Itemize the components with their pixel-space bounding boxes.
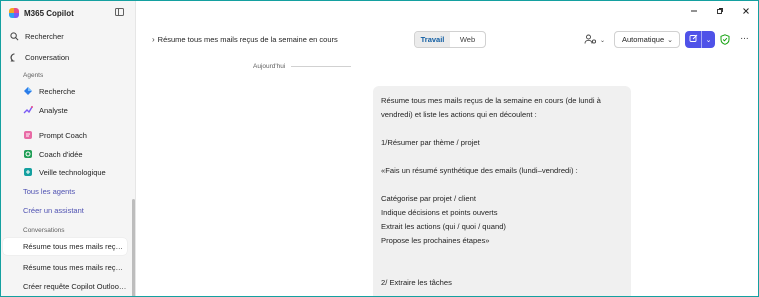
conversation-label: Conversation [25, 52, 70, 62]
app-window: M365 Copilot Rechercher Conversation Age… [0, 0, 759, 297]
conversations-header: Conversations [23, 227, 65, 234]
topbar: › Résume tous mes mails reçus de la sema… [137, 1, 758, 79]
app-title: M365 Copilot [24, 8, 74, 18]
agents-header: Agents [23, 72, 44, 79]
tab-work[interactable]: Travail [415, 32, 450, 47]
new-chat-split-button: ⌄ [685, 31, 715, 48]
people-settings-button[interactable]: ⌄ [584, 34, 606, 46]
message-line: Extrait les actions (qui / quoi / quand) [381, 222, 506, 231]
agent-item-idea-coach[interactable]: Coach d'idée [1, 145, 131, 163]
conversation-item-label: Résume tous mes mails reçus… [23, 263, 127, 272]
conversation-item-label: Créer requête Copilot Outloo… [23, 282, 127, 291]
agent-label: Prompt Coach [39, 130, 87, 140]
search-icon [9, 31, 19, 41]
sidebar-toggle-icon[interactable] [115, 8, 124, 16]
sidebar: M365 Copilot Rechercher Conversation Age… [1, 1, 136, 296]
agent-label: Analyste [39, 105, 68, 115]
research-icon [23, 86, 33, 96]
agent-label: Recherche [39, 86, 76, 96]
conversation-item[interactable]: Résume tous mes mails reçu… [3, 238, 127, 255]
brand: M365 Copilot [9, 7, 74, 19]
create-assistant-link[interactable]: Créer un assistant [23, 206, 84, 215]
agent-label: Coach d'idée [39, 149, 83, 159]
divider [291, 66, 352, 67]
message-line: Propose les prochaines étapes» [381, 236, 490, 245]
chevron-down-icon: ⌄ [705, 36, 712, 44]
agent-label: Veille technologique [39, 167, 106, 177]
message-line: Catégorise par projet / client [381, 194, 476, 203]
sidebar-scrollbar[interactable] [132, 199, 135, 296]
compose-icon [689, 34, 698, 45]
chevron-down-icon: ⌄ [600, 37, 606, 44]
model-select-value: Automatique [622, 35, 665, 44]
chevron-down-icon: ⌄ [667, 37, 673, 44]
conversation-item-label: Résume tous mes mails reçu… [23, 242, 127, 251]
new-chat-button[interactable] [685, 31, 702, 48]
chevron-right-icon: › [152, 35, 155, 44]
message-line: «Fais un résumé synthétique des emails (… [381, 166, 578, 175]
agent-item-research[interactable]: Recherche [1, 82, 131, 100]
shield-check-icon[interactable] [720, 34, 730, 45]
model-select[interactable]: Automatique ⌄ [614, 31, 680, 48]
search-label: Rechercher [25, 31, 64, 41]
breadcrumb[interactable]: › Résume tous mes mails reçus de la sema… [152, 35, 338, 44]
tech-watch-icon [23, 167, 33, 177]
agent-item-prompt-coach[interactable]: Prompt Coach [1, 126, 131, 144]
new-chat-dropdown[interactable]: ⌄ [702, 31, 715, 48]
all-agents-link[interactable]: Tous les agents [23, 187, 75, 196]
agent-item-tech-watch[interactable]: Veille technologique [1, 163, 131, 181]
date-label: Aujourd'hui [253, 63, 286, 70]
chat-bubble-icon [9, 52, 19, 62]
conversation-item[interactable]: Résume tous mes mails reçus… [3, 259, 127, 276]
idea-coach-icon [23, 149, 33, 159]
prompt-coach-icon [23, 130, 33, 140]
conversation-nav-item[interactable]: Conversation [1, 48, 131, 66]
message-line: 1/Résumer par thème / projet [381, 138, 480, 147]
message-line: Indique décisions et points ouverts [381, 208, 498, 217]
search-nav-item[interactable]: Rechercher [1, 27, 131, 45]
message-line: 2/ Extraire les tâches [381, 278, 452, 287]
copilot-logo-icon [9, 8, 19, 18]
agent-item-analyst[interactable]: Analyste [1, 101, 131, 119]
date-separator: Aujourd'hui [253, 63, 352, 70]
people-gear-icon [584, 34, 597, 47]
breadcrumb-title: Résume tous mes mails reçus de la semain… [157, 35, 338, 44]
work-web-toggle: Travail Web [414, 31, 486, 48]
more-options-icon[interactable]: ··· [740, 33, 749, 44]
message-line: vendredi) et liste les actions qui en dé… [381, 110, 537, 119]
tab-web[interactable]: Web [450, 32, 485, 47]
conversation-item[interactable]: Créer requête Copilot Outloo… [3, 278, 127, 295]
analyst-icon [23, 105, 33, 115]
user-message-bubble: Résume tous mes mails reçus de la semain… [373, 86, 631, 296]
message-line: Résume tous mes mails reçus de la semain… [381, 96, 601, 105]
